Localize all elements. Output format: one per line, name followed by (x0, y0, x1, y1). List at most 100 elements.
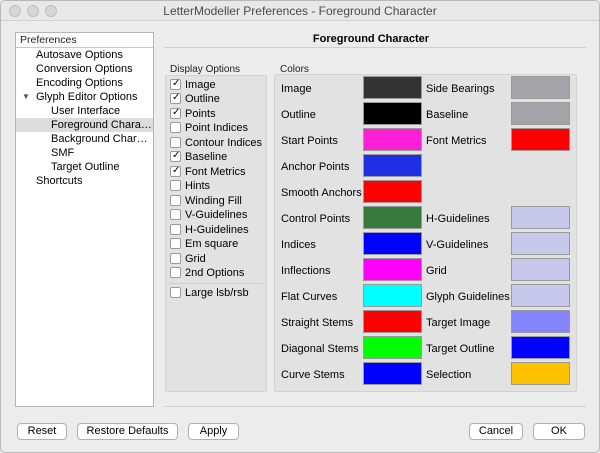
checkbox-label: Image (185, 79, 216, 91)
sidebar-item-autosave-options[interactable]: Autosave Options (16, 48, 153, 62)
color-swatch-h-guidelines[interactable] (511, 206, 570, 229)
checkbox-font-metrics[interactable]: ✓ Font Metrics (170, 165, 246, 180)
color-label-start-points: Start Points (281, 135, 338, 147)
checkbox-box: ✓ (170, 78, 181, 90)
panel-title: Foreground Character (312, 33, 430, 45)
checkbox-box (170, 224, 181, 235)
color-label-diagonal-stems: Diagonal Stems (281, 343, 359, 355)
checkbox-box (170, 122, 181, 133)
color-label-straight-stems: Straight Stems (281, 317, 354, 329)
cancel-button[interactable]: Cancel (469, 423, 523, 440)
sidebar-item-smf[interactable]: SMF (16, 146, 153, 160)
color-swatch-inflections[interactable] (363, 258, 422, 281)
color-swatch-baseline[interactable] (511, 102, 570, 125)
sidebar-item-background-character[interactable]: Background Char… (16, 132, 153, 146)
checkbox-box (170, 195, 181, 206)
disclosure-triangle-icon[interactable]: ▼ (22, 90, 30, 104)
checkbox-box (170, 267, 181, 278)
checkbox-h-guidelines[interactable]: H-Guidelines (170, 224, 249, 238)
checkbox-em-square[interactable]: Em square (170, 238, 238, 252)
sidebar-item-target-outline[interactable]: Target Outline (16, 160, 153, 174)
preferences-window: LetterModeller Preferences - Foreground … (0, 0, 600, 453)
color-swatch-image[interactable] (363, 76, 422, 99)
checkbox-large-lsb-rsb[interactable]: Large lsb/rsb (170, 287, 249, 301)
color-swatch-font-metrics[interactable] (511, 128, 570, 151)
sidebar-item-label: Conversion Options (36, 63, 133, 75)
footer-divider (164, 406, 586, 407)
checkbox-box (170, 180, 181, 191)
color-label-curve-stems: Curve Stems (281, 369, 345, 381)
checkbox-label: Large lsb/rsb (185, 287, 249, 299)
sidebar-item-label: Target Outline (51, 161, 120, 173)
checkbox-hints[interactable]: Hints (170, 180, 210, 194)
restore-defaults-button[interactable]: Restore Defaults (77, 423, 178, 440)
checkbox-winding-fill[interactable]: Winding Fill (170, 195, 242, 209)
window-title: LetterModeller Preferences - Foreground … (163, 4, 437, 18)
checkbox-2nd-options[interactable]: 2nd Options (170, 267, 244, 281)
color-swatch-glyph-guidelines[interactable] (511, 284, 570, 307)
checkbox-grid[interactable]: Grid (170, 253, 206, 267)
color-label-image: Image (281, 83, 312, 95)
title-bar: LetterModeller Preferences - Foreground … (1, 1, 599, 21)
checkbox-baseline[interactable]: ✓ Baseline (170, 150, 227, 165)
color-label-grid: Grid (426, 265, 447, 277)
checkbox-box (170, 253, 181, 264)
sidebar-item-label: SMF (51, 147, 75, 159)
apply-button[interactable]: Apply (188, 423, 239, 440)
checkbox-box: ✓ (170, 165, 181, 177)
color-swatch-smooth-anchors[interactable] (363, 180, 422, 203)
checkbox-image[interactable]: ✓ Image (170, 78, 216, 93)
checkmark-icon: ✓ (172, 107, 181, 118)
checkbox-label: Font Metrics (185, 166, 246, 178)
checkbox-point-indices[interactable]: Point Indices (170, 122, 248, 136)
ok-button[interactable]: OK (533, 423, 585, 440)
checkbox-contour-indices[interactable]: Contour Indices (170, 137, 262, 151)
color-swatch-target-image[interactable] (511, 310, 570, 333)
header-divider (164, 47, 586, 48)
color-swatch-flat-curves[interactable] (363, 284, 422, 307)
sidebar-item-conversion-options[interactable]: Conversion Options (16, 62, 153, 76)
checkbox-label: Em square (185, 238, 239, 250)
sidebar-item-encoding-options[interactable]: Encoding Options (16, 76, 153, 90)
checkbox-label: Contour Indices (185, 137, 263, 149)
sidebar-item-glyph-editor-options[interactable]: ▼ Glyph Editor Options (16, 90, 153, 104)
color-label-indices: Indices (281, 239, 316, 251)
color-swatch-target-outline[interactable] (511, 336, 570, 359)
checkmark-icon: ✓ (172, 165, 181, 176)
color-swatch-straight-stems[interactable] (363, 310, 422, 333)
sidebar-item-label: User Interface (51, 105, 121, 117)
color-label-h-guidelines: H-Guidelines (426, 213, 490, 225)
checkbox-points[interactable]: ✓ Points (170, 107, 216, 122)
sidebar-item-label: Encoding Options (36, 77, 123, 89)
sidebar-header: Preferences (16, 33, 153, 48)
checkbox-outline[interactable]: ✓ Outline (170, 92, 220, 107)
sidebar-item-user-interface[interactable]: User Interface (16, 104, 153, 118)
checkbox-box (170, 137, 181, 148)
color-swatch-indices[interactable] (363, 232, 422, 255)
color-swatch-start-points[interactable] (363, 128, 422, 151)
color-label-target-image: Target Image (426, 317, 491, 329)
sidebar-item-shortcuts[interactable]: Shortcuts (16, 174, 153, 188)
color-swatch-anchor-points[interactable] (363, 154, 422, 177)
color-swatch-curve-stems[interactable] (363, 362, 422, 385)
checkbox-v-guidelines[interactable]: V-Guidelines (170, 209, 247, 223)
preferences-sidebar: Preferences Autosave Options Conversion … (15, 32, 154, 407)
checkmark-icon: ✓ (172, 92, 181, 103)
sidebar-item-label: Background Char… (51, 133, 148, 145)
color-swatch-diagonal-stems[interactable] (363, 336, 422, 359)
color-swatch-selection[interactable] (511, 362, 570, 385)
checkmark-icon: ✓ (172, 150, 181, 161)
sidebar-item-foreground-character[interactable]: Foreground Chara… (16, 118, 153, 132)
color-swatch-side-bearings[interactable] (511, 76, 570, 99)
checkbox-label: Points (185, 108, 216, 120)
color-swatch-outline[interactable] (363, 102, 422, 125)
sidebar-item-label: Autosave Options (36, 49, 123, 61)
checkbox-label: Hints (185, 180, 211, 192)
sidebar-item-label: Shortcuts (36, 175, 83, 187)
sidebar-item-label: Foreground Chara… (51, 119, 152, 131)
reset-button[interactable]: Reset (17, 423, 67, 440)
color-swatch-grid[interactable] (511, 258, 570, 281)
color-label-v-guidelines: V-Guidelines (426, 239, 489, 251)
color-swatch-control-points[interactable] (363, 206, 422, 229)
color-swatch-v-guidelines[interactable] (511, 232, 570, 255)
